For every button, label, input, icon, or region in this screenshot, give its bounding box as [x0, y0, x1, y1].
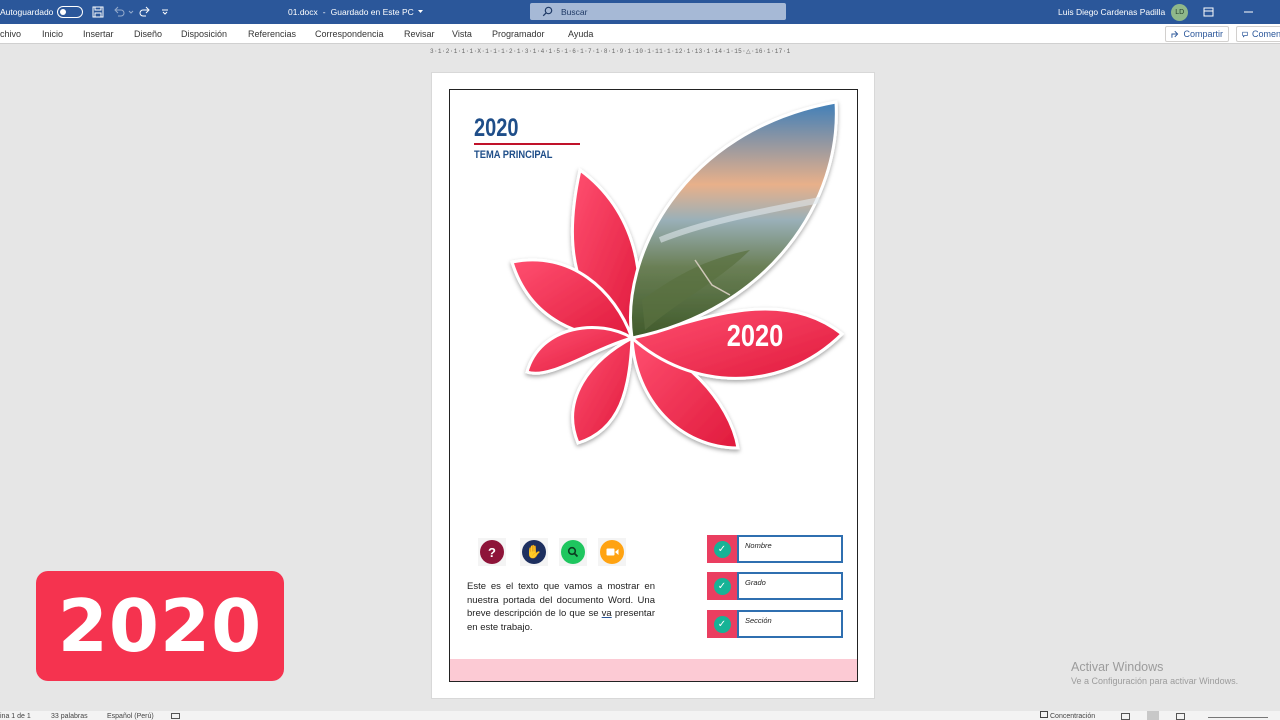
- field-label: Grado: [745, 578, 766, 587]
- autosave-control[interactable]: Autoguardado: [0, 0, 84, 24]
- horizontal-ruler[interactable]: 3·1·2·1·1·1·X·1·1·1·2·1·3·1·4·1·5·1·6·1·…: [430, 46, 874, 58]
- activation-subtitle: Ve a Configuración para activar Windows.: [1071, 676, 1239, 686]
- tab-insertar[interactable]: Insertar: [83, 24, 114, 44]
- tab-inicio[interactable]: Inicio: [42, 24, 63, 44]
- year-badge: 2020: [36, 571, 284, 681]
- tab-correspondencia[interactable]: Correspondencia: [315, 24, 384, 44]
- share-label: Compartir: [1183, 29, 1223, 39]
- footer-band: [450, 659, 857, 681]
- autosave-toggle[interactable]: [57, 6, 84, 18]
- ribbon-tabs: chivo Inicio Insertar Diseño Disposición…: [0, 24, 1280, 44]
- print-layout-icon[interactable]: [1147, 711, 1159, 720]
- title-separator: -: [322, 7, 326, 17]
- hand-icon: ✋: [520, 538, 548, 566]
- save-icon[interactable]: [92, 0, 104, 24]
- flower-graphic: 2020: [510, 100, 845, 450]
- cover-description: Este es el texto que vamos a mostrar en …: [467, 580, 655, 634]
- ruler-scale: 3·1·2·1·1·1·X·1·1·1·2·1·3·1·4·1·5·1·6·1·…: [430, 48, 791, 55]
- search-icon: [559, 538, 587, 566]
- filename: 01.docx: [288, 7, 318, 17]
- document-title[interactable]: 01.docx - Guardado en Este PC: [288, 0, 424, 24]
- question-icon: ?: [478, 538, 506, 566]
- search-box[interactable]: Buscar: [530, 3, 786, 20]
- tab-programador[interactable]: Programador: [492, 24, 545, 44]
- field-grado-box[interactable]: Grado: [737, 572, 843, 600]
- avatar: LD: [1171, 3, 1189, 21]
- tab-diseno[interactable]: Diseño: [134, 24, 162, 44]
- save-status: Guardado en Este PC: [330, 7, 414, 17]
- language-status[interactable]: Español (Perú): [107, 711, 154, 720]
- video-icon: [598, 538, 626, 566]
- focus-mode[interactable]: Concentración: [1040, 711, 1095, 720]
- tab-disposicion[interactable]: Disposición: [181, 24, 227, 44]
- activation-title: Activar Windows: [1071, 660, 1164, 674]
- field-seccion-box[interactable]: Sección: [737, 610, 843, 638]
- check-icon: ✓: [707, 572, 737, 600]
- comments-label: Comen: [1251, 29, 1280, 39]
- check-icon: ✓: [707, 610, 737, 638]
- description-underlined: va: [601, 608, 612, 619]
- user-name: Luis Diego Cardenas Padilla: [1058, 7, 1166, 17]
- search-placeholder: Buscar: [561, 6, 588, 17]
- focus-icon: [1040, 711, 1048, 718]
- share-icon: [1171, 30, 1179, 38]
- share-button[interactable]: Compartir: [1165, 26, 1229, 42]
- tab-ayuda[interactable]: Ayuda: [568, 24, 593, 44]
- flower-year: 2020: [727, 319, 784, 354]
- undo-dropdown-icon[interactable]: [128, 0, 134, 24]
- redo-icon[interactable]: [139, 0, 151, 24]
- tab-referencias[interactable]: Referencias: [248, 24, 296, 44]
- cover-frame: 2020 TEMA PRINCIPAL 2020 ? ✋ Este es el …: [449, 89, 858, 682]
- minimize-icon[interactable]: [1243, 0, 1254, 24]
- web-layout-icon[interactable]: [1176, 713, 1185, 720]
- field-nombre-box[interactable]: Nombre: [737, 535, 843, 563]
- zoom-slider[interactable]: [1208, 717, 1268, 718]
- title-bar: Autoguardado 01.docx - Guardado en Este …: [0, 0, 1280, 24]
- field-label: Sección: [745, 616, 772, 625]
- comments-button[interactable]: Comen: [1236, 26, 1280, 42]
- comment-icon: [1242, 31, 1248, 38]
- tab-archivo[interactable]: chivo: [0, 24, 21, 44]
- customize-toolbar-icon[interactable]: [161, 0, 169, 24]
- page-count[interactable]: ina 1 de 1: [0, 711, 31, 720]
- field-grado: ✓ Grado: [707, 572, 845, 600]
- ribbon-display-icon[interactable]: [1203, 0, 1214, 24]
- field-seccion: ✓ Sección: [707, 610, 845, 638]
- undo-icon[interactable]: [113, 0, 125, 24]
- tab-vista[interactable]: Vista: [452, 24, 472, 44]
- check-icon: ✓: [707, 535, 737, 563]
- status-bar: ina 1 de 1 33 palabras Español (Perú) Co…: [0, 711, 1280, 720]
- search-icon: [542, 6, 553, 17]
- word-count[interactable]: 33 palabras: [51, 711, 88, 720]
- read-mode-icon[interactable]: [1121, 713, 1130, 720]
- autosave-label: Autoguardado: [0, 7, 54, 17]
- focus-label: Concentración: [1050, 713, 1096, 720]
- accessibility-icon[interactable]: [171, 713, 180, 719]
- chevron-down-icon: [417, 10, 423, 13]
- field-label: Nombre: [745, 541, 772, 550]
- tab-revisar[interactable]: Revisar: [404, 24, 435, 44]
- account-area[interactable]: Luis Diego Cardenas Padilla LD: [1058, 0, 1189, 24]
- activation-watermark: Activar Windows Ve a Configuración para …: [1071, 660, 1238, 686]
- field-nombre: ✓ Nombre: [707, 535, 845, 563]
